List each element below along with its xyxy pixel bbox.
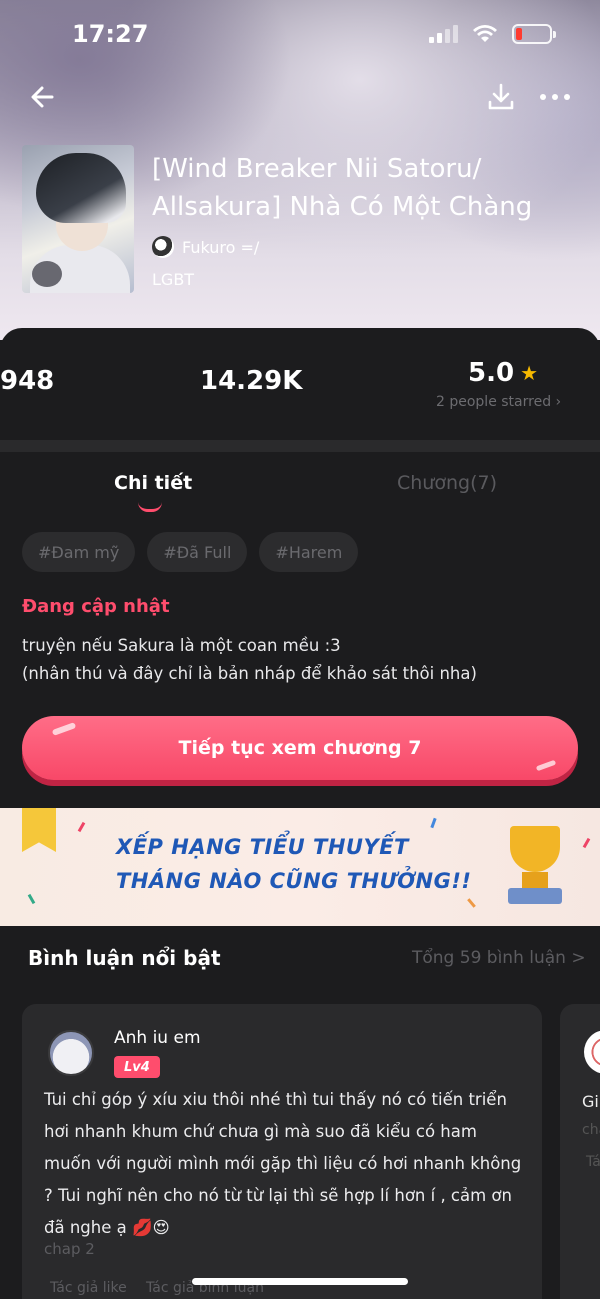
download-icon[interactable] [484, 80, 518, 114]
comment-chapter: chap 2 [44, 1240, 95, 1258]
comment-username[interactable]: Anh iu em [114, 1028, 201, 1048]
status-icons [429, 24, 556, 44]
back-arrow-icon[interactable] [26, 80, 60, 114]
section-divider [0, 440, 600, 452]
book-cover [22, 145, 134, 293]
genre-label: LGBT [152, 270, 195, 289]
comments-total-link[interactable]: Tổng 59 bình luận > [412, 948, 586, 968]
banner-text: XẾP HẠNG TIỂU THUYẾT THÁNG NÀO CŨNG THƯỞ… [116, 830, 471, 898]
tag-list: #Đam mỹ #Đã Full #Harem [22, 532, 359, 572]
avatar[interactable] [48, 1030, 94, 1076]
comment-card[interactable]: Gi cha Tá [560, 1004, 600, 1299]
home-indicator[interactable] [192, 1278, 408, 1285]
description-line-1: truyện nếu Sakura là một coan mều :3 [22, 636, 341, 655]
stat-2: 14.29K [200, 366, 303, 396]
tab-chapters[interactable]: Chương(7) [397, 472, 497, 494]
tab-details[interactable]: Chi tiết [114, 472, 192, 494]
ranking-banner[interactable]: XẾP HẠNG TIỂU THUYẾT THÁNG NÀO CŨNG THƯỞ… [0, 808, 600, 926]
comment-text: Tui chỉ góp ý xíu xiu thôi nhé thì tui t… [44, 1090, 522, 1237]
author-info[interactable]: Fukuro =/ [152, 236, 259, 258]
tag-chip[interactable]: #Đam mỹ [22, 532, 136, 572]
comment-text: Gi [582, 1092, 599, 1111]
level-badge: Lv4 [114, 1056, 160, 1078]
description-line-2: (nhân thú và đây chỉ là bản nháp để khảo… [22, 664, 477, 683]
trophy-icon [500, 826, 570, 910]
active-tab-indicator [138, 502, 162, 512]
battery-icon [512, 24, 556, 44]
stats-row: 948 14.29K 5.0 ★ 2 people starred › [0, 328, 600, 440]
ribbon-icon [22, 808, 56, 852]
comment-bubble-icon [32, 261, 62, 287]
update-status: Đang cập nhật [22, 596, 170, 617]
tag-chip[interactable]: #Harem [259, 532, 359, 572]
rating-value: 5.0 [468, 358, 515, 388]
header-hero: 17:27 [Wind Breaker Nii Satoru/ Allsakur… [0, 0, 600, 340]
rating-count-link[interactable]: 2 people starred › [436, 394, 561, 410]
signal-icon [429, 25, 458, 43]
comments-header: Bình luận nổi bật [28, 946, 221, 970]
tag-chip[interactable]: #Đã Full [147, 532, 248, 572]
continue-reading-button[interactable]: Tiếp tục xem chương 7 [22, 716, 578, 780]
author-avatar [152, 236, 174, 258]
book-title: [Wind Breaker Nii Satoru/ Allsakura] Nhà… [152, 154, 533, 222]
comment-chapter: cha [582, 1122, 600, 1138]
avatar[interactable] [584, 1030, 600, 1074]
description: truyện nếu Sakura là một coan mều :3 (nh… [22, 632, 582, 688]
more-options-icon[interactable] [540, 90, 574, 104]
detail-sheet: 948 14.29K 5.0 ★ 2 people starred › Chi … [0, 328, 600, 1299]
banner-line-2: THÁNG NÀO CŨNG THƯỞNG!! [116, 869, 472, 893]
comment-card[interactable]: Anh iu em Lv4 Tui chỉ góp ý xíu xiu thôi… [22, 1004, 542, 1299]
author-liked-badge: Tác giả like [50, 1280, 127, 1296]
star-icon: ★ [520, 361, 538, 385]
tab-bar: Chi tiết Chương(7) [0, 468, 600, 518]
status-time: 17:27 [72, 20, 149, 48]
status-bar: 17:27 [0, 0, 600, 70]
stat-1: 948 [0, 366, 55, 396]
author-name: Fukuro =/ [182, 237, 260, 257]
wifi-icon [473, 25, 497, 42]
rating: 5.0 ★ [468, 358, 538, 388]
comment-badge: Tá [586, 1154, 600, 1170]
banner-line-1: XẾP HẠNG TIỂU THUYẾT [116, 835, 409, 859]
